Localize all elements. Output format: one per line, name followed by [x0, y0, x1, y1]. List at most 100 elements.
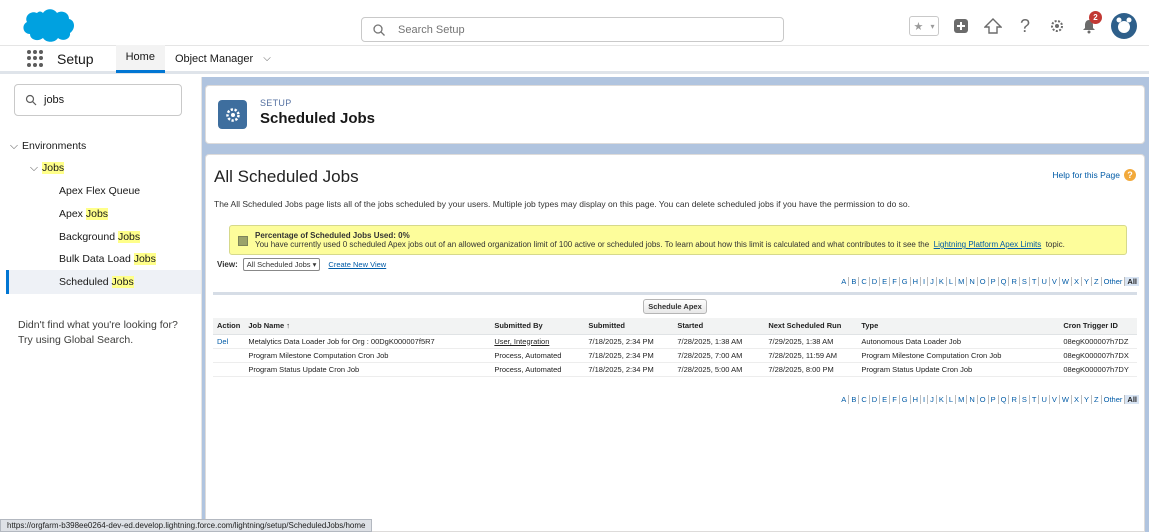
alphabet-filter-letter[interactable]: L — [947, 277, 957, 286]
gear-icon[interactable] — [1047, 16, 1067, 36]
alphabet-filter-letter[interactable]: L — [947, 395, 957, 404]
alphabet-filter-letter[interactable]: Other — [1102, 277, 1126, 286]
favorites-icon[interactable]: ★ ▾ — [909, 16, 939, 36]
quick-find-input[interactable]: jobs — [14, 84, 182, 116]
alphabet-filter-letter[interactable]: A — [839, 395, 850, 404]
tab-object-manager[interactable]: Object Manager ⌵ — [165, 45, 281, 73]
alphabet-filter-letter[interactable]: I — [921, 277, 929, 286]
chevron-down-icon[interactable]: ⌵ — [263, 53, 271, 64]
alphabet-filter-letter[interactable]: J — [928, 395, 937, 404]
alphabet-filter-letter[interactable]: H — [911, 395, 922, 404]
apex-limits-link[interactable]: Lightning Platform Apex Limits — [934, 240, 1042, 249]
sidebar-item-bulk-data-load-jobs[interactable]: Bulk Data Load Jobs — [59, 253, 156, 265]
alphabet-filter-letter[interactable]: V — [1050, 395, 1060, 404]
alphabet-filter-letter[interactable]: B — [849, 395, 860, 404]
alphabet-filter-letter[interactable]: X — [1072, 395, 1083, 404]
help-link-label: Help for this Page — [1052, 170, 1120, 180]
alphabet-filter-letter[interactable]: U — [1039, 277, 1050, 286]
help-icon: ? — [1124, 169, 1136, 181]
table-cell: 7/28/2025, 7:00 AM — [673, 348, 765, 363]
alphabet-filter-letter[interactable]: S — [1020, 395, 1030, 404]
sidebar-item-scheduled-jobs[interactable]: Scheduled Jobs — [59, 276, 134, 288]
sidebar-item-background-jobs[interactable]: Background Jobs — [59, 231, 141, 243]
bell-icon[interactable]: 2 — [1079, 11, 1102, 36]
alphabet-filter-letter[interactable]: M — [956, 277, 968, 286]
create-new-view-link[interactable]: Create New View — [328, 260, 386, 269]
alphabet-filter-letter[interactable]: Q — [999, 277, 1010, 286]
alphabet-filter-letter[interactable]: R — [1009, 395, 1020, 404]
alphabet-filter-letter[interactable]: All — [1125, 277, 1139, 286]
alphabet-filter-letter[interactable]: E — [880, 395, 891, 404]
col-next-run[interactable]: Next Scheduled Run — [764, 318, 858, 335]
help-icon[interactable]: ? — [1015, 16, 1035, 36]
salesforce-logo-icon[interactable] — [20, 7, 76, 43]
alphabet-filter-letter[interactable]: P — [989, 395, 999, 404]
alphabet-filter-letter[interactable]: R — [1009, 277, 1020, 286]
alphabet-filter-letter[interactable]: Z — [1092, 395, 1102, 404]
trailhead-icon[interactable] — [983, 16, 1003, 36]
alphabet-filter-letter[interactable]: G — [900, 395, 911, 404]
alphabet-filter-letter[interactable]: T — [1030, 395, 1040, 404]
alphabet-filter-letter[interactable]: N — [967, 395, 978, 404]
alphabet-filter-letter[interactable]: K — [937, 277, 947, 286]
alphabet-filter-letter[interactable]: J — [928, 277, 937, 286]
submitted-by-link[interactable]: User, Integration — [494, 337, 549, 346]
tree-jobs[interactable]: ⌵ Jobs — [30, 162, 65, 175]
col-started[interactable]: Started — [673, 318, 765, 335]
search-setup-input[interactable]: Search Setup — [361, 17, 784, 42]
alphabet-filter-letter[interactable]: N — [967, 277, 978, 286]
alphabet-filter-letter[interactable]: T — [1030, 277, 1040, 286]
col-cron-trigger-id[interactable]: Cron Trigger ID — [1059, 318, 1137, 335]
alphabet-filter-letter[interactable]: Y — [1082, 395, 1093, 404]
app-name: Setup — [57, 50, 94, 67]
alphabet-filter-letter[interactable]: S — [1020, 277, 1030, 286]
col-submitted[interactable]: Submitted — [584, 318, 674, 335]
delete-link[interactable]: Del — [217, 337, 228, 346]
alphabet-filter-letter[interactable]: D — [870, 277, 881, 286]
alphabet-filter-letter[interactable]: U — [1039, 395, 1050, 404]
alphabet-filter-letter[interactable]: F — [890, 395, 900, 404]
help-link[interactable]: Help for this Page ? — [1052, 169, 1136, 181]
table-cell — [213, 348, 245, 363]
tree-environments[interactable]: ⌵ Environments — [10, 140, 86, 153]
alphabet-filter-letter[interactable]: V — [1050, 277, 1060, 286]
app-launcher-icon[interactable] — [27, 49, 45, 68]
add-icon[interactable] — [951, 16, 971, 36]
schedule-apex-button[interactable]: Schedule Apex — [643, 298, 707, 314]
alphabet-filter-letter[interactable]: O — [978, 277, 989, 286]
alphabet-filter-letter[interactable]: B — [849, 277, 860, 286]
alphabet-filter-letter[interactable]: C — [859, 277, 870, 286]
alphabet-filter-letter[interactable]: All — [1125, 395, 1139, 404]
col-submitted-by[interactable]: Submitted By — [490, 318, 585, 335]
col-job-name[interactable]: Job Name ↑ — [244, 318, 491, 335]
col-type[interactable]: Type — [857, 318, 1060, 335]
alphabet-filter-letter[interactable]: F — [890, 277, 900, 286]
alphabet-filter-letter[interactable]: I — [921, 395, 929, 404]
alphabet-filter-letter[interactable]: Q — [999, 395, 1010, 404]
alphabet-filter-letter[interactable]: Y — [1082, 277, 1093, 286]
view-select[interactable]: All Scheduled Jobs ▾ — [242, 258, 321, 271]
alphabet-filter-letter[interactable]: Z — [1092, 277, 1102, 286]
sidebar-item-apex-flex-queue[interactable]: Apex Flex Queue — [59, 185, 140, 197]
alphabet-filter-letter[interactable]: K — [937, 395, 947, 404]
alphabet-filter-letter[interactable]: D — [870, 395, 881, 404]
alphabet-filter-letter[interactable]: G — [900, 277, 911, 286]
alphabet-filter-letter[interactable]: A — [839, 277, 850, 286]
sidebar-item-apex-jobs[interactable]: Apex Jobs — [59, 208, 109, 220]
button-row: Schedule Apex — [213, 295, 1137, 317]
alphabet-filter-letter[interactable]: X — [1072, 277, 1083, 286]
alphabet-filter-letter[interactable]: M — [956, 395, 968, 404]
alphabet-filter-letter[interactable]: C — [859, 395, 870, 404]
alphabet-filter-letter[interactable]: P — [989, 277, 999, 286]
tab-home[interactable]: Home — [115, 44, 165, 73]
table-cell: 08egK000007h7DX — [1059, 348, 1137, 363]
avatar-icon[interactable] — [1111, 13, 1137, 39]
alphabet-filter-letter[interactable]: O — [978, 395, 989, 404]
alphabet-filter-letter[interactable]: W — [1060, 277, 1073, 286]
sidebar-item-label: Apex Flex Queue — [59, 185, 141, 197]
col-action[interactable]: Action — [213, 318, 245, 335]
alphabet-filter-letter[interactable]: W — [1060, 395, 1073, 404]
alphabet-filter-letter[interactable]: E — [880, 277, 891, 286]
alphabet-filter-letter[interactable]: H — [911, 277, 922, 286]
alphabet-filter-letter[interactable]: Other — [1102, 395, 1126, 404]
